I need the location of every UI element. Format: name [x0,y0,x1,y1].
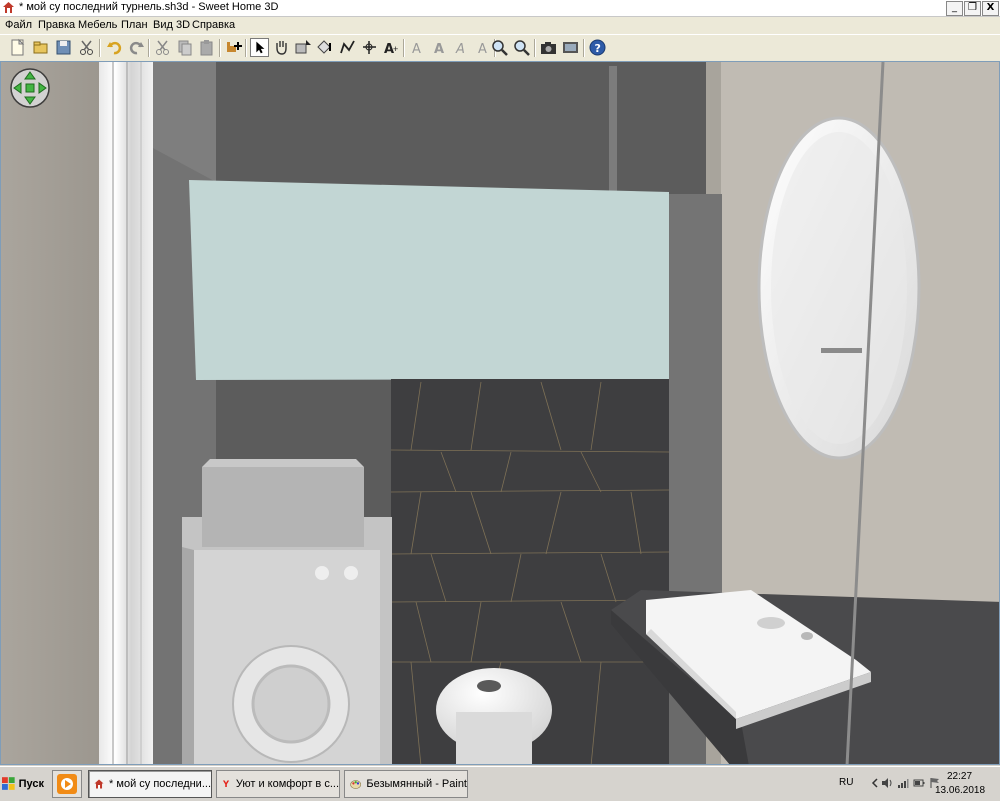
svg-text:A: A [434,42,444,57]
close-button[interactable]: X [982,1,999,16]
toolbar-separator [534,39,536,57]
text-italic-icon[interactable]: A [452,38,471,57]
bathroom-scene [1,62,999,764]
toolbar-separator [403,39,405,57]
select-arrow-icon[interactable] [250,38,269,57]
task-sweet-home[interactable]: * мой су последни... [88,770,212,798]
create-video-icon[interactable] [561,38,580,57]
create-rooms-icon[interactable] [316,38,335,57]
toolbar-separator [245,39,247,57]
redo-icon[interactable] [127,38,146,57]
window-glass [189,180,669,380]
svg-text:+: + [393,44,398,54]
start-button[interactable]: Пуск [2,772,44,796]
undo-icon[interactable] [105,38,124,57]
text-style-icon[interactable]: A [408,38,427,57]
windows-logo-icon [2,777,15,790]
title-bar: * мой су последний турнель.sh3d - Sweet … [0,0,1000,17]
zoom-out-icon[interactable] [512,38,531,57]
cut-scissors-icon[interactable] [77,38,96,57]
svg-text:A: A [412,42,421,57]
toolbar-separator [99,39,101,57]
restore-button[interactable]: ❐ [964,1,981,16]
task-media-player[interactable] [52,770,82,798]
create-polylines-icon[interactable] [338,38,357,57]
save-file-icon[interactable] [54,38,73,57]
menu-help[interactable]: Справка [192,19,235,31]
create-dimensions-icon[interactable] [360,38,379,57]
toolbar-separator [583,39,585,57]
task-paint[interactable]: Безымянный - Paint [344,770,468,798]
left-wall [1,62,113,764]
app-icon [3,2,14,13]
zoom-in-icon[interactable] [490,38,509,57]
add-furniture-icon[interactable] [224,38,243,57]
toolbar: A + A A A A ? [0,34,1000,62]
battery-icon[interactable] [913,777,925,789]
task-label: * мой су последни... [109,778,211,790]
clock-date[interactable]: 13.06.2018 [935,785,985,796]
menu-edit[interactable]: Правка [38,19,75,31]
svg-text:A: A [455,42,465,57]
volume-icon[interactable] [881,777,893,789]
pan-hand-icon[interactable] [272,38,291,57]
text-bold-icon[interactable]: A [430,38,449,57]
language-indicator[interactable]: RU [839,777,853,788]
open-file-icon[interactable] [31,38,50,57]
paint-icon [350,780,362,789]
cut-icon[interactable] [153,38,172,57]
chevron-left-icon[interactable] [869,777,881,789]
storage-box [202,467,364,547]
menu-file[interactable]: Файл [5,19,32,31]
toolbar-separator [219,39,221,57]
task-label: Безымянный - Paint [366,778,467,790]
sweet-home-icon [94,779,104,789]
copy-icon[interactable] [175,38,194,57]
minimize-button[interactable]: _ [946,1,963,16]
create-photo-icon[interactable] [539,38,558,57]
taskbar: Пуск * мой су последни... Y Уют и комфор… [0,766,1000,801]
clock-time[interactable]: 22:27 [947,771,972,782]
window-title: * мой су последний турнель.sh3d - Sweet … [19,1,279,13]
network-signal-icon[interactable] [897,777,909,789]
create-walls-icon[interactable] [294,38,313,57]
navigation-arrows-icon[interactable] [9,67,51,109]
paste-icon[interactable] [197,38,216,57]
menu-furniture[interactable]: Мебель [78,19,117,31]
task-yandex-browser[interactable]: Y Уют и комфорт в с... [216,770,340,798]
media-player-icon [57,774,77,794]
menu-plan[interactable]: План [121,19,148,31]
task-label: Уют и комфорт в с... [235,778,339,790]
svg-text:?: ? [595,42,601,55]
start-label: Пуск [18,778,44,790]
toolbar-separator [148,39,150,57]
menu-3d-view[interactable]: Вид 3D [153,19,190,31]
add-text-icon[interactable]: A+ [382,38,401,57]
svg-text:Y: Y [222,779,230,789]
yandex-browser-icon: Y [222,779,230,789]
new-file-icon[interactable] [8,38,27,57]
svg-text:A: A [478,42,487,57]
3d-view[interactable] [0,61,1000,765]
menu-bar: Файл Правка Мебель План Вид 3D Справка [0,17,1000,34]
help-icon[interactable]: ? [588,38,607,57]
system-tray: RU 22:27 13.06.2018 [835,767,1000,801]
